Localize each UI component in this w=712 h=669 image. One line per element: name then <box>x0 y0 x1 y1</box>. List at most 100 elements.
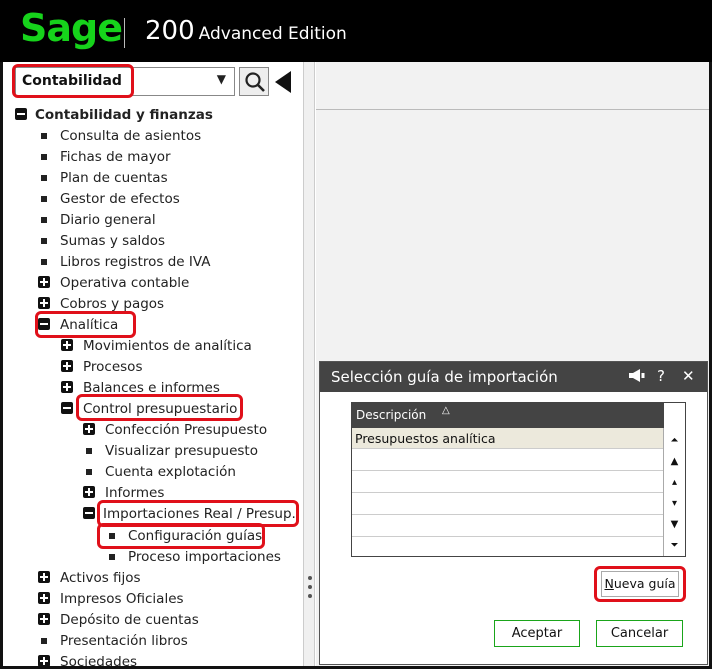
tree-label: Procesos <box>83 359 143 375</box>
collapse-node-icon[interactable] <box>38 318 50 330</box>
search-button[interactable] <box>239 67 269 96</box>
tree-node-activos-fijos[interactable]: Activos fijos <box>38 568 288 588</box>
grid-scrollbar[interactable]: ⏶ ▲ ▴ ▾ ▼ ⏷ <box>663 428 685 556</box>
product-number: 200 <box>145 16 195 46</box>
bullet-icon <box>41 175 47 181</box>
expand-node-icon[interactable] <box>38 592 50 604</box>
collapse-node-icon[interactable] <box>83 507 95 519</box>
tree-label: Sociedades <box>60 654 138 669</box>
navigation-panel: Contabilidad ▼ Contabilidad y finanzas C… <box>3 62 303 669</box>
module-select[interactable]: Contabilidad ▼ <box>15 67 235 96</box>
search-icon <box>245 72 265 92</box>
scroll-last-icon[interactable]: ⏷ <box>664 535 685 556</box>
collapse-node-icon[interactable] <box>61 402 73 414</box>
tree-item-cuenta-explotacion[interactable]: Cuenta explotación <box>83 462 298 482</box>
expand-node-icon[interactable] <box>38 276 50 288</box>
tree-label: Cobros y pagos <box>60 296 165 312</box>
expand-node-icon[interactable] <box>83 486 95 498</box>
scroll-down-icon[interactable]: ▾ <box>664 493 685 514</box>
table-row[interactable] <box>352 494 663 515</box>
tree-node-procesos[interactable]: Procesos <box>61 357 296 377</box>
tree-label: Cuenta explotación <box>105 464 236 480</box>
expand-node-icon[interactable] <box>38 655 50 667</box>
tree-node-cobros-pagos[interactable]: Cobros y pagos <box>38 294 288 314</box>
scroll-up-icon[interactable]: ▴ <box>664 472 685 493</box>
guide-grid: Descripción △ Presupuestos analítica ⏶ ▲… <box>351 402 686 557</box>
chevron-down-icon[interactable]: ▼ <box>217 72 226 86</box>
scroll-page-down-icon[interactable]: ▼ <box>664 514 685 535</box>
cell-descripcion: Presupuestos analítica <box>355 431 496 446</box>
tree-item-sumas-saldos[interactable]: Sumas y saldos <box>38 231 288 251</box>
collapse-node-icon[interactable] <box>15 108 27 120</box>
app-header: Sage 200 Advanced Edition <box>0 0 712 62</box>
expand-node-icon[interactable] <box>61 381 73 393</box>
tree-node-analitica[interactable]: Analítica <box>38 315 288 335</box>
tree-item-configuracion-guias[interactable]: Configuración guías <box>106 526 296 546</box>
tree-item-consulta-asientos[interactable]: Consulta de asientos <box>38 126 288 146</box>
tree-item-plan-cuentas[interactable]: Plan de cuentas <box>38 168 288 188</box>
tree-label: Movimientos de analítica <box>83 338 252 354</box>
collapse-panel-icon[interactable] <box>275 71 291 93</box>
tree-label: Analítica <box>60 317 119 333</box>
tree-label: Diario general <box>60 212 156 228</box>
tree-label: Depósito de cuentas <box>60 612 199 628</box>
tree-item-libros-iva[interactable]: Libros registros de IVA <box>38 252 288 272</box>
tree-node-informes[interactable]: Informes <box>83 483 298 503</box>
tree-node-contabilidad-finanzas[interactable]: Contabilidad y finanzas <box>15 105 295 125</box>
tree-item-fichas-mayor[interactable]: Fichas de mayor <box>38 147 288 167</box>
new-guide-button[interactable]: Nueva guía <box>601 571 679 597</box>
tree-item-visualizar-presupuesto[interactable]: Visualizar presupuesto <box>83 441 298 461</box>
grid-header: Descripción △ <box>352 403 663 428</box>
table-row[interactable]: Presupuestos analítica <box>352 428 663 449</box>
panel-splitter[interactable] <box>303 62 315 666</box>
tree-node-importaciones[interactable]: Importaciones Real / Presup. <box>83 504 298 524</box>
bullet-icon <box>41 259 47 265</box>
tree-label: Confección Presupuesto <box>105 422 268 438</box>
tree-node-control-presupuestario[interactable]: Control presupuestario <box>61 399 296 419</box>
product-edition: Advanced Edition <box>198 24 347 44</box>
tree-node-deposito-cuentas[interactable]: Depósito de cuentas <box>38 610 288 630</box>
help-icon[interactable]: ? <box>657 367 665 385</box>
tree-node-confeccion-presupuesto[interactable]: Confección Presupuesto <box>83 420 298 440</box>
scroll-page-up-icon[interactable]: ▲ <box>664 451 685 472</box>
tree-label: Gestor de efectos <box>60 191 180 207</box>
expand-node-icon[interactable] <box>61 339 73 351</box>
module-select-value: Contabilidad <box>22 73 122 89</box>
accept-button[interactable]: Aceptar <box>494 620 580 647</box>
product-name: 200 Advanced Edition <box>145 16 347 46</box>
expand-node-icon[interactable] <box>38 297 50 309</box>
tree-item-diario-general[interactable]: Diario general <box>38 210 288 230</box>
tree-item-presentacion-libros[interactable]: Presentación libros <box>38 631 288 651</box>
column-header-descripcion[interactable]: Descripción <box>356 408 426 422</box>
expand-node-icon[interactable] <box>83 423 95 435</box>
tree-node-balances-informes[interactable]: Balances e informes <box>61 378 296 398</box>
tree-label: Libros registros de IVA <box>60 254 211 270</box>
tree-item-proceso-importaciones[interactable]: Proceso importaciones <box>106 547 296 567</box>
tree-node-operativa-contable[interactable]: Operativa contable <box>38 273 288 293</box>
table-row[interactable] <box>352 472 663 493</box>
new-guide-label: ueva guía <box>613 576 676 591</box>
bullet-icon <box>86 469 92 475</box>
megaphone-icon[interactable] <box>628 367 646 387</box>
tree-label: Control presupuestario <box>83 401 238 417</box>
grid-corner <box>663 403 685 428</box>
expand-node-icon[interactable] <box>61 360 73 372</box>
cancel-button[interactable]: Cancelar <box>596 620 683 647</box>
tree-label: Proceso importaciones <box>128 549 281 565</box>
bullet-icon <box>109 554 115 560</box>
dialog-title: Selección guía de importación <box>331 368 558 386</box>
scroll-first-icon[interactable]: ⏶ <box>664 430 685 451</box>
tree-item-gestor-efectos[interactable]: Gestor de efectos <box>38 189 288 209</box>
tree-label: Importaciones Real / Presup. <box>103 506 296 522</box>
expand-node-icon[interactable] <box>38 613 50 625</box>
tree-node-movimientos-analitica[interactable]: Movimientos de analítica <box>61 336 296 356</box>
close-icon[interactable]: ✕ <box>682 367 695 385</box>
table-row[interactable] <box>352 538 663 556</box>
tree-node-sociedades[interactable]: Sociedades <box>38 652 288 669</box>
new-guide-mnemonic: N <box>604 576 614 591</box>
tree-node-impresos-oficiales[interactable]: Impresos Oficiales <box>38 589 288 609</box>
tree-label: Activos fijos <box>60 570 141 586</box>
table-row[interactable] <box>352 516 663 537</box>
expand-node-icon[interactable] <box>38 571 50 583</box>
table-row[interactable] <box>352 450 663 471</box>
